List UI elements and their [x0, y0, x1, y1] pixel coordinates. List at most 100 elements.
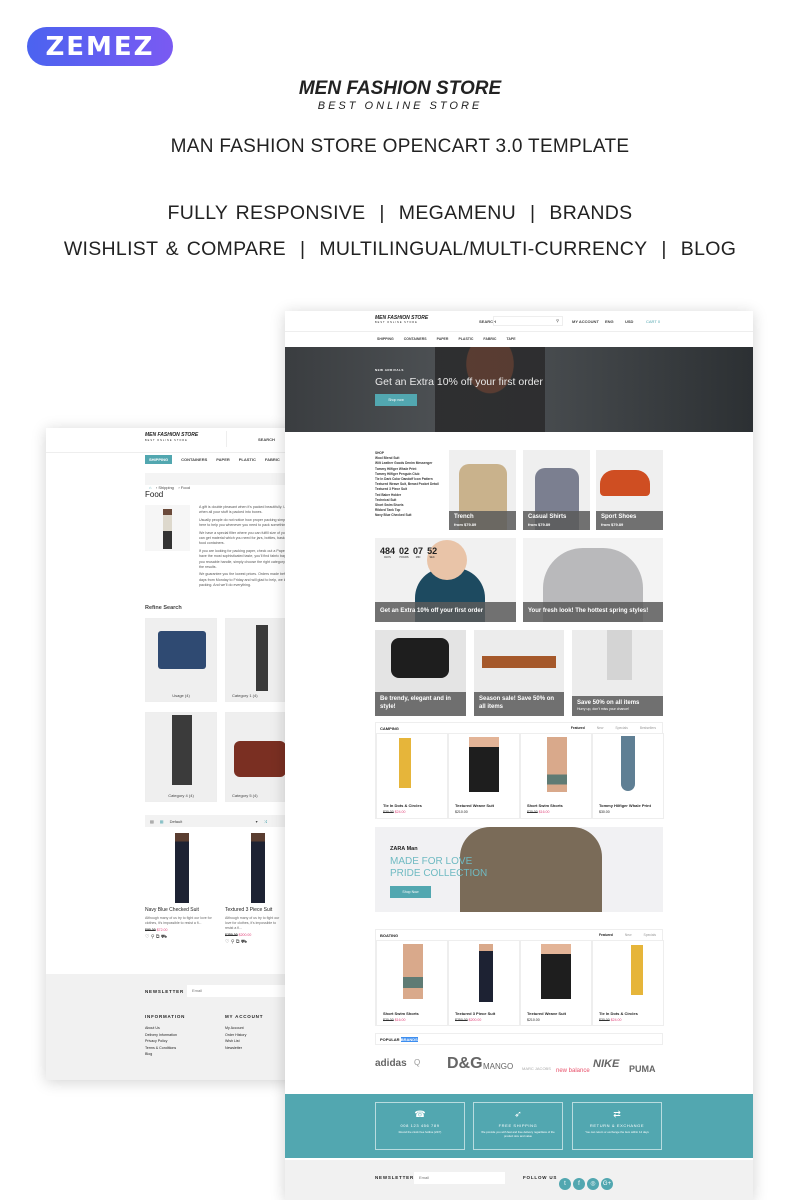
- tab-specials[interactable]: Specials: [615, 726, 627, 730]
- account-menu[interactable]: MY ACCOUNT: [572, 319, 599, 324]
- instagram-icon[interactable]: ◎: [587, 1178, 599, 1190]
- features-band: ☎ 008 123 456 789 Round the clock free hot…: [285, 1094, 753, 1158]
- category-page-mockup: MEN FASHION STORE BEST ONLINE STORE SEAR…: [46, 428, 335, 1080]
- nav-item[interactable]: SHIPPING: [145, 455, 173, 464]
- nav-item[interactable]: SHIPPING: [377, 337, 394, 341]
- newsletter-email-input[interactable]: Email: [187, 985, 285, 997]
- product-card[interactable]: Textured Weave Suit $210.00: [448, 733, 520, 819]
- brand-logo[interactable]: PUMA: [629, 1064, 656, 1074]
- promo-banner[interactable]: Your fresh look! The hottest spring styl…: [523, 538, 663, 622]
- brand-logo[interactable]: MARC JACOBS: [522, 1066, 551, 1071]
- category-tile-trench[interactable]: Trench from $79.89: [449, 450, 516, 530]
- list-view-icon[interactable]: ▤: [150, 819, 154, 824]
- currency-select[interactable]: USD: [625, 319, 633, 324]
- nav-item[interactable]: CONTAINERS: [404, 337, 427, 341]
- separator: |: [299, 238, 306, 260]
- newsletter-email-input[interactable]: Email: [414, 1172, 505, 1184]
- countdown-timer: 484 DAYS 02 HOURS 07 MIN 52 SEC: [380, 546, 438, 559]
- feature: MEGAMENU: [398, 202, 517, 224]
- brand-logo[interactable]: NIKE: [593, 1058, 619, 1070]
- nav-item[interactable]: PLASTIC: [239, 457, 256, 462]
- product-card[interactable]: Textured 3 Piece Suit Although many of u…: [225, 833, 285, 946]
- shop-link[interactable]: Navy Blue Checked Suit: [375, 513, 439, 518]
- footer-link[interactable]: Blog: [145, 1051, 177, 1058]
- nav-item[interactable]: CONTAINERS: [181, 457, 207, 462]
- shop-list: SHOP Wool Blend Suit Wilt Leather Goods D…: [375, 451, 439, 518]
- zara-banner[interactable]: ZARA Man MADE FOR LOVE PRIDE COLLECTION S…: [375, 827, 663, 912]
- brand-logo[interactable]: D&G: [447, 1055, 483, 1073]
- nav-item[interactable]: FABRIC: [265, 457, 280, 462]
- product-card[interactable]: Tie In Dots & Circles $30.00 $24.00: [376, 733, 448, 819]
- product-card[interactable]: Short Swim Shorts $20.00 $16.00: [376, 940, 448, 1026]
- store-subtitle: BEST ONLINE STORE: [317, 100, 483, 112]
- store-title: MEN FASHION STORE: [298, 78, 502, 99]
- nav-item[interactable]: FABRIC: [483, 337, 496, 341]
- footer-link[interactable]: Newsletter: [225, 1045, 246, 1052]
- feature-box: ☎ 008 123 456 789 Round the clock free hot…: [375, 1102, 465, 1150]
- category-title: Food: [145, 490, 164, 499]
- shop-link[interactable]: Wilt Leather Goods Denim Messenger: [375, 461, 439, 466]
- mock-logo: MEN FASHION STORE: [145, 432, 199, 438]
- category-image: [145, 505, 190, 551]
- category-footer: NEWSLETTER Email INFORMATION About Us Del…: [46, 974, 326, 1080]
- facebook-icon[interactable]: f: [573, 1178, 585, 1190]
- search-icon[interactable]: ⚲: [556, 318, 559, 323]
- promo-banner[interactable]: Save 50% on all items Hurry up, don't mis…: [572, 630, 663, 716]
- brand-logo[interactable]: Q: [414, 1058, 420, 1067]
- tab-featured[interactable]: Featured: [599, 933, 613, 937]
- refine-tile[interactable]: Category 5 (4): [225, 712, 286, 802]
- product-card[interactable]: Textured Weave Suit $210.00: [520, 940, 592, 1026]
- features-line-2: WISHLIST & COMPARE | MULTILINGUAL/MULTI-CU…: [0, 238, 800, 261]
- search-input[interactable]: ⚲: [493, 316, 563, 326]
- mock-nav: SHIPPING CONTAINERS PAPER PLASTIC FABRIC TAPE: [377, 337, 516, 341]
- refine-tile[interactable]: Usage (4): [145, 618, 217, 702]
- cart-button[interactable]: CART 0: [646, 319, 660, 324]
- product-card[interactable]: Short Swim Shorts $20.00 $16.00: [520, 733, 592, 819]
- exchange-icon: ⇄: [613, 1109, 621, 1119]
- product-actions[interactable]: ♡ ⚲ ⧉ ⛟: [225, 939, 285, 946]
- product-card[interactable]: Tommy Hilfiger Whale Print $30.00: [592, 733, 664, 819]
- product-actions[interactable]: ♡ ⚲ ⧉ ⛟: [145, 934, 220, 941]
- chevron-down-icon[interactable]: ▾: [256, 819, 258, 824]
- search-label[interactable]: SEARCH: [258, 437, 275, 442]
- category-tile-shirts[interactable]: Casual Shirts from $79.89: [523, 450, 590, 530]
- home-footer: NEWSLETTER Email FOLLOW US t f ◎ G+: [285, 1160, 753, 1200]
- google-plus-icon[interactable]: G+: [601, 1178, 613, 1190]
- brand-logo[interactable]: adidas: [375, 1058, 407, 1069]
- tab-featured[interactable]: Featured: [571, 726, 585, 730]
- list-toolbar: ▤ ▦ Default ▾ ⤨: [145, 815, 285, 827]
- hero-banner: NEW ARRIVALS Get an Extra 10% off your f…: [285, 347, 753, 432]
- hero-headline: Get an Extra 10% off your first order: [375, 376, 543, 388]
- grid-view-icon[interactable]: ▦: [160, 819, 164, 824]
- separator: |: [379, 202, 385, 224]
- compare-icon[interactable]: ⤨: [264, 819, 267, 824]
- tab-new[interactable]: New: [625, 933, 632, 937]
- product-card[interactable]: Textured 3 Piece Suit $250.00 $200.00: [448, 940, 520, 1026]
- sort-select[interactable]: Default: [170, 819, 250, 824]
- twitter-icon[interactable]: t: [559, 1178, 571, 1190]
- nav-item[interactable]: PLASTIC: [458, 337, 473, 341]
- category-tile-shoes[interactable]: Sport Shoes from $79.89: [596, 450, 663, 530]
- nav-item[interactable]: TAPE: [506, 337, 515, 341]
- product-card[interactable]: Tie In Dots & Circles $30.00 $24.00: [592, 940, 664, 1026]
- phone-icon: ☎: [414, 1109, 426, 1119]
- nav-item[interactable]: PAPER: [216, 457, 229, 462]
- language-select[interactable]: ENG: [605, 319, 614, 324]
- product-card[interactable]: Navy Blue Checked Suit Although many of …: [145, 833, 220, 941]
- promo-banner[interactable]: 484 DAYS 02 HOURS 07 MIN 52 SEC Get an Extra…: [375, 538, 516, 622]
- tab-new[interactable]: New: [597, 726, 604, 730]
- refine-tile[interactable]: Category 1 (4): [225, 618, 285, 702]
- footer-link[interactable]: My Account: [225, 1025, 246, 1032]
- promo-banner[interactable]: Be trendy, elegant and in style!: [375, 630, 466, 716]
- brand-logo[interactable]: new balance: [556, 1068, 590, 1074]
- brand-logo[interactable]: MANGO: [483, 1062, 513, 1071]
- tab-bestsellers[interactable]: Bestsellers: [640, 726, 656, 730]
- hero-shop-button[interactable]: Shop now: [375, 394, 417, 406]
- tab-specials[interactable]: Specials: [644, 933, 656, 937]
- promo-banner[interactable]: Season sale! Save 50% on all items: [474, 630, 564, 716]
- refine-tile[interactable]: Category 4 (4): [145, 712, 217, 802]
- separator: |: [530, 202, 536, 224]
- template-title: MAN FASHION STORE OPENCART 3.0 TEMPLATE: [170, 136, 630, 157]
- nav-item[interactable]: PAPER: [437, 337, 449, 341]
- zara-shop-button[interactable]: Shop Now: [390, 886, 431, 898]
